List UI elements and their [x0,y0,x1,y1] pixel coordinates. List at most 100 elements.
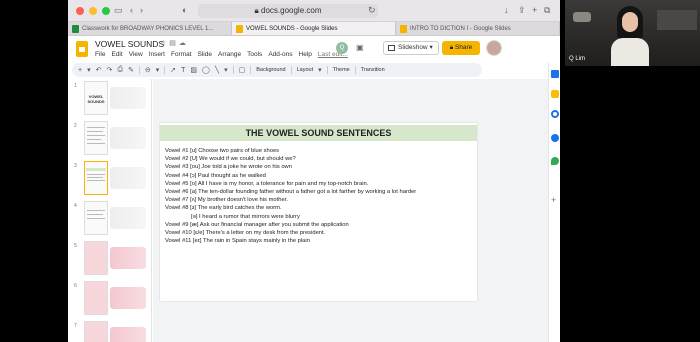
slides-icon [400,25,407,33]
slide-thumbnail-row[interactable]: 2 [68,121,152,157]
thumbnail-line [87,210,105,211]
image-icon[interactable]: ▨ [190,66,197,74]
back-icon[interactable]: ‹ [130,5,133,15]
menu-add-ons[interactable]: Add-ons [268,51,292,58]
keep-icon[interactable] [551,90,559,98]
slide-thumbnail-row[interactable]: 4 [68,201,152,237]
tab-overview-icon[interactable]: ⧉ [544,5,550,16]
thumbnail-blur [110,207,146,229]
forward-icon[interactable]: › [140,5,143,15]
slide-thumbnail[interactable]: VOWEL SOUNDS [84,81,108,115]
move-folder-icon[interactable]: ▤ [169,40,179,47]
slide-thumbnail[interactable] [84,201,108,235]
menu-tools[interactable]: Tools [247,51,262,58]
transition-button[interactable]: Transition [361,67,385,73]
tab-bar: Classwork for BROADWAY PHONICS LEVEL 1..… [68,22,560,36]
contacts-icon[interactable] [551,134,559,142]
slide-thumbnail-row[interactable]: 1 VOWEL SOUNDS [68,81,152,117]
slide-number: 5 [74,243,77,249]
document-title[interactable]: VOWEL SOUNDS [95,39,164,49]
share-icon[interactable]: ⇪ [518,5,526,16]
slides-logo-icon[interactable] [76,41,88,57]
slideshow-button[interactable]: Slideshow ▾ [383,41,439,55]
slide-title[interactable]: THE VOWEL SOUND SENTENCES [160,125,477,141]
slide-thumbnail[interactable] [84,241,108,275]
menu-arrange[interactable]: Arrange [218,51,241,58]
calendar-icon[interactable] [551,70,559,78]
thumbnail-line [87,180,105,181]
divider [164,66,166,74]
menu-insert[interactable]: Insert [149,51,165,58]
slide-body-text[interactable]: Vowel #1 [u] Choose two pairs of blue sh… [165,147,416,245]
slide-thumbnail[interactable] [84,281,108,315]
maps-icon[interactable] [551,157,559,165]
chevron-down-icon[interactable]: ▾ [318,66,322,74]
thumbnail-line [87,177,103,178]
share-button[interactable]: 🔒︎ Share [442,41,480,55]
slide-thumbnail[interactable] [84,121,108,155]
slide-number: 1 [74,83,77,89]
slide-thumbnail-row[interactable]: 7 [68,321,152,342]
close-window-button[interactable] [76,7,84,15]
tasks-icon[interactable] [551,110,559,118]
select-cursor-icon[interactable]: ➚ [170,66,176,74]
menu-edit[interactable]: Edit [111,51,122,58]
star-icon[interactable]: ☆ [160,40,169,47]
menu-view[interactable]: View [129,51,143,58]
privacy-shield-icon[interactable]: ◐ [182,5,187,15]
chevron-down-icon[interactable]: ▾ [87,66,91,74]
reload-icon[interactable]: ↻ [368,5,376,16]
slide-thumbnail-row[interactable]: 5 [68,241,152,277]
theme-button[interactable]: Theme [333,67,350,73]
address-bar[interactable]: 🔒︎ docs.google.com [198,4,378,18]
text-box-icon[interactable]: T [181,67,185,74]
minimize-window-button[interactable] [89,7,97,15]
chevron-down-icon[interactable]: ▾ [156,66,160,74]
print-icon[interactable]: ⎙ [117,66,123,74]
screen-frame: ▭ ‹ › ◐ 🔒︎ docs.google.com ↻ ↓ ⇪ + ⧉ Cla… [0,0,700,342]
zoom-icon[interactable]: ⊖ [145,66,151,74]
sentence-line: Vowel #9 [æ] Ask our financial manager a… [165,221,349,228]
tab-label: INTRO TO DICTION I - Google Slides [410,26,511,32]
undo-icon[interactable]: ↶ [96,66,102,74]
sentence-line: Vowel #3 [ou] Joe told a joke he wrote o… [165,164,292,171]
chevron-down-icon[interactable]: ▾ [224,66,228,74]
slide-thumbnail[interactable] [84,161,108,195]
line-icon[interactable]: ╲ [215,66,219,74]
redo-icon[interactable]: ↷ [106,66,112,74]
slide-canvas[interactable]: THE VOWEL SOUND SENTENCES Vowel #1 [u] C… [153,79,548,342]
menu-help[interactable]: Help [299,51,312,58]
new-tab-icon[interactable]: + [532,5,537,15]
collaborator-avatar[interactable]: Q [336,42,348,54]
sentence-line: Vowel #4 [ɔ] Paul thought as he walked [165,172,266,179]
user-avatar[interactable] [486,40,502,56]
menu-slide[interactable]: Slide [198,51,212,58]
slide-thumbnail-row[interactable]: 6 [68,281,152,317]
zoom-window-button[interactable] [102,7,110,15]
menu-file[interactable]: File [95,51,105,58]
download-icon[interactable]: ↓ [504,5,509,15]
participant-name: Q Lim [569,56,586,62]
tab-intro-to-diction[interactable]: INTRO TO DICTION I - Google Slides [396,22,560,35]
menu-format[interactable]: Format [171,51,192,58]
slide-thumbnail[interactable] [84,321,108,342]
sentence-line: Vowel #8 [ɜ] The early bird catches the … [165,205,282,212]
background-button[interactable]: Background [256,67,285,73]
shape-icon[interactable]: ◯ [202,66,210,74]
divider [250,66,252,74]
tab-vowel-sounds[interactable]: VOWEL SOUNDS - Google Slides [232,22,396,35]
paint-format-icon[interactable]: ✎ [128,66,134,74]
participant-face [622,12,638,32]
layout-button[interactable]: Layout [297,67,314,73]
comment-icon[interactable]: ▢ [239,66,246,74]
chevron-down-icon[interactable]: ▾ [429,44,432,51]
current-slide[interactable]: THE VOWEL SOUND SENTENCES Vowel #1 [u] C… [160,123,477,301]
new-slide-icon[interactable]: + [78,67,82,74]
sidebar-toggle-icon[interactable]: ▭ [114,5,123,16]
add-on-plus-icon[interactable]: + [551,195,556,205]
cloud-status-icon[interactable]: ☁ [179,40,189,47]
slide-thumbnail-row-selected[interactable]: 3 [68,161,152,197]
browser-window: ▭ ‹ › ◐ 🔒︎ docs.google.com ↻ ↓ ⇪ + ⧉ Cla… [68,0,560,342]
comment-history-icon[interactable]: ▣ [356,43,364,52]
tab-classwork[interactable]: Classwork for BROADWAY PHONICS LEVEL 1..… [68,22,232,35]
